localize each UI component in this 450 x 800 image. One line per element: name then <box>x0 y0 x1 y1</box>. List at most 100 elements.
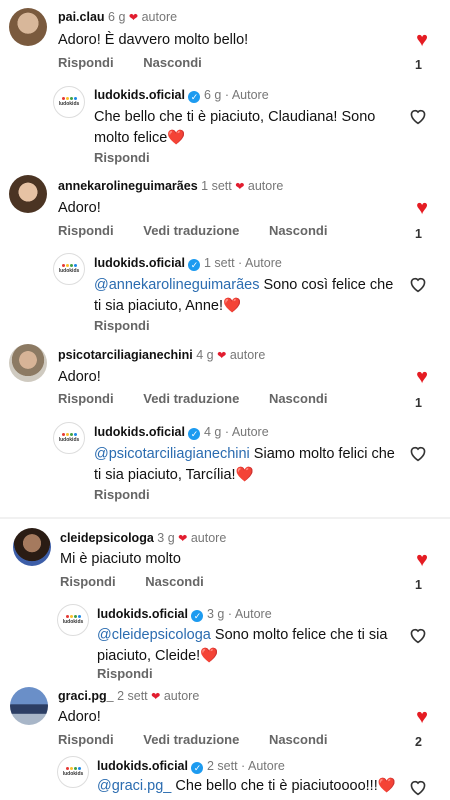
comment-time: 6 g <box>108 10 126 24</box>
reply-time: 4 g <box>203 425 222 439</box>
hide-button[interactable]: Nascondi <box>269 223 328 238</box>
mention-link[interactable]: @psicotarciliagianechini <box>94 446 250 462</box>
author-label: Autore <box>234 607 272 621</box>
ludokids-logo: ludokids <box>58 757 88 787</box>
reply-button[interactable]: Rispondi <box>94 318 150 333</box>
comment-time: 4 g <box>196 348 214 362</box>
author-heart-icon: ❤ <box>151 691 161 703</box>
see-translation-button[interactable]: Vedi traduzione <box>143 391 239 406</box>
see-translation-button[interactable]: Vedi traduzione <box>143 732 239 747</box>
mention-link[interactable]: @cleidepsicologa <box>97 627 211 643</box>
author-label: Autore <box>231 425 269 439</box>
author-liked-label: autore <box>247 179 284 193</box>
divider <box>0 517 450 519</box>
reply-button[interactable]: Rispondi <box>94 487 150 502</box>
hide-button[interactable]: Nascondi <box>143 55 202 70</box>
comment-username[interactable]: annekarolineguimarães <box>58 179 198 193</box>
comment-username[interactable]: cleidepsicologa <box>60 531 154 545</box>
avatar[interactable] <box>13 528 51 566</box>
author-heart-icon: ❤ <box>235 181 245 193</box>
reply-button[interactable]: Rispondi <box>97 666 153 681</box>
reply-text: @cleidepsicologa Sono molto felice che t… <box>97 627 388 664</box>
author-label: Autore <box>231 88 269 102</box>
reply-time: 3 g <box>206 607 225 621</box>
verified-badge-icon: ✓ <box>191 762 204 774</box>
comment-username[interactable]: psicotarciliagianechini <box>58 348 193 362</box>
comment-time: 1 sett <box>201 179 232 193</box>
reply-button[interactable]: Rispondi <box>58 223 114 238</box>
hide-button[interactable]: Nascondi <box>269 391 328 406</box>
avatar[interactable]: ludokids <box>53 86 85 118</box>
comment-text: Mi è piaciuto molto <box>60 551 181 567</box>
reply-text: @annekarolineguimarães Sono così felice … <box>94 277 394 314</box>
author-label: Autore <box>248 759 285 773</box>
reply-button[interactable]: Rispondi <box>58 391 114 406</box>
mention-link[interactable]: @graci.pg_ <box>97 778 171 794</box>
reply-time: 2 sett <box>206 759 238 773</box>
avatar[interactable] <box>9 344 47 382</box>
avatar[interactable] <box>9 8 47 46</box>
reply-username[interactable]: ludokids.oficial <box>94 88 185 102</box>
heart-filled-icon[interactable]: ♥ <box>416 367 428 387</box>
heart-outline-icon[interactable] <box>408 778 428 796</box>
heart-outline-icon[interactable] <box>408 107 428 125</box>
like-count: 2 <box>415 735 422 749</box>
comment-time: 3 g <box>157 531 175 545</box>
avatar[interactable]: ludokids <box>57 604 89 636</box>
heart-filled-icon[interactable]: ♥ <box>416 198 428 218</box>
like-count: 1 <box>415 227 422 241</box>
reply-button[interactable]: Rispondi <box>58 732 114 747</box>
heart-outline-icon[interactable] <box>408 626 428 644</box>
like-count: 1 <box>415 396 422 410</box>
reply-time: 6 g <box>203 88 222 102</box>
avatar[interactable] <box>9 175 47 213</box>
comment-username[interactable]: pai.clau <box>58 10 105 24</box>
avatar[interactable]: ludokids <box>53 422 85 454</box>
author-liked-label: autore <box>190 531 227 545</box>
reply-text: @psicotarciliagianechini Siamo molto fel… <box>94 446 395 483</box>
comment-text: Adoro! <box>58 369 101 385</box>
heart-filled-icon[interactable]: ♥ <box>416 550 428 570</box>
reply-text: Che bello che ti è piaciuto, Claudiana! … <box>94 109 376 146</box>
reply-button[interactable]: Rispondi <box>58 55 114 70</box>
hide-button[interactable]: Nascondi <box>145 574 204 589</box>
avatar[interactable] <box>10 687 48 725</box>
author-label: Autore <box>245 256 282 270</box>
like-count: 1 <box>415 58 422 72</box>
ludokids-logo: ludokids <box>54 87 84 117</box>
reply-button[interactable]: Rispondi <box>60 574 116 589</box>
reply-time: 1 sett <box>203 256 235 270</box>
author-liked-label: autore <box>163 689 200 703</box>
heart-outline-icon[interactable] <box>408 275 428 293</box>
author-heart-icon: ❤ <box>217 350 227 362</box>
comment-text: Adoro! È davvero molto bello! <box>58 32 249 48</box>
author-liked-label: autore <box>229 348 266 362</box>
see-translation-button[interactable]: Vedi traduzione <box>143 223 239 238</box>
comment-time: 2 sett <box>117 689 148 703</box>
heart-filled-icon[interactable]: ♥ <box>416 30 428 50</box>
author-liked-label: autore <box>141 10 178 24</box>
ludokids-logo: ludokids <box>54 254 84 284</box>
verified-badge-icon: ✓ <box>191 610 204 622</box>
hide-button[interactable]: Nascondi <box>269 732 328 747</box>
reply-username[interactable]: ludokids.oficial <box>97 759 188 773</box>
heart-outline-icon[interactable] <box>408 444 428 462</box>
ludokids-logo: ludokids <box>54 423 84 453</box>
reply-text: @graci.pg_ Che bello che ti è piaciutooo… <box>97 778 396 794</box>
verified-badge-icon: ✓ <box>188 259 201 271</box>
heart-filled-icon[interactable]: ♥ <box>416 707 428 727</box>
avatar[interactable]: ludokids <box>53 253 85 285</box>
reply-button[interactable]: Rispondi <box>94 150 150 165</box>
author-heart-icon: ❤ <box>128 12 139 24</box>
verified-badge-icon: ✓ <box>188 91 201 103</box>
ludokids-logo: ludokids <box>58 605 88 635</box>
reply-username[interactable]: ludokids.oficial <box>94 256 185 270</box>
reply-username[interactable]: ludokids.oficial <box>97 607 188 621</box>
avatar[interactable]: ludokids <box>57 756 89 788</box>
comment-text: Adoro! <box>58 200 101 216</box>
mention-link[interactable]: @annekarolineguimarães <box>94 277 259 293</box>
author-heart-icon: ❤ <box>178 533 188 545</box>
reply-username[interactable]: ludokids.oficial <box>94 425 185 439</box>
comment-text: Adoro! <box>58 709 101 725</box>
comment-username[interactable]: graci.pg_ <box>58 689 114 703</box>
